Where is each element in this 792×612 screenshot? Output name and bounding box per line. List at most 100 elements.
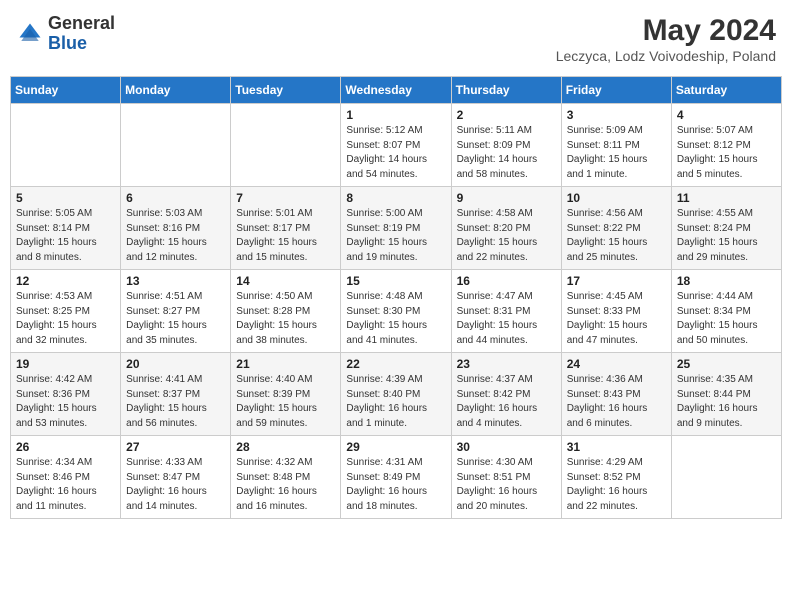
day-info: Sunrise: 5:05 AM Sunset: 8:14 PM Dayligh…	[16, 207, 115, 265]
calendar-cell: 19 Sunrise: 4:42 AM Sunset: 8:36 PM Dayli…	[11, 353, 121, 436]
day-info: Sunrise: 4:44 AM Sunset: 8:34 PM Dayligh…	[677, 290, 776, 348]
calendar-cell: 5 Sunrise: 5:05 AM Sunset: 8:14 PM Daylig…	[11, 187, 121, 270]
day-number: 1	[346, 108, 445, 122]
day-info: Sunrise: 5:09 AM Sunset: 8:11 PM Dayligh…	[567, 124, 666, 182]
weekday-header-wednesday: Wednesday	[341, 77, 451, 104]
day-info: Sunrise: 4:42 AM Sunset: 8:36 PM Dayligh…	[16, 373, 115, 431]
weekday-header-tuesday: Tuesday	[231, 77, 341, 104]
weekday-header-monday: Monday	[121, 77, 231, 104]
calendar-cell: 1 Sunrise: 5:12 AM Sunset: 8:07 PM Daylig…	[341, 104, 451, 187]
day-info: Sunrise: 4:51 AM Sunset: 8:27 PM Dayligh…	[126, 290, 225, 348]
day-info: Sunrise: 4:30 AM Sunset: 8:51 PM Dayligh…	[457, 456, 556, 514]
calendar-cell: 21Sunrise: 4:40 AM Sunset: 8:39 PM Dayli…	[231, 353, 341, 436]
day-info: Sunrise: 4:58 AM Sunset: 8:20 PM Dayligh…	[457, 207, 556, 265]
weekday-header-saturday: Saturday	[671, 77, 781, 104]
day-number: 27	[126, 440, 225, 454]
day-number: 30	[457, 440, 556, 454]
title-block: May 2024 Leczyca, Lodz Voivodeship, Pola…	[556, 14, 776, 64]
day-number: 13	[126, 274, 225, 288]
calendar-cell: 14 Sunrise: 4:50 AM Sunset: 8:28 PM Dayli…	[231, 270, 341, 353]
calendar-cell: 27 Sunrise: 4:33 AM Sunset: 8:47 PM Dayli…	[121, 436, 231, 519]
calendar-week-row: 26Sunrise: 4:34 AM Sunset: 8:46 PM Dayli…	[11, 436, 782, 519]
calendar-cell: 9 Sunrise: 4:58 AM Sunset: 8:20 PM Daylig…	[451, 187, 561, 270]
calendar-cell: 17 Sunrise: 4:45 AM Sunset: 8:33 PM Dayli…	[561, 270, 671, 353]
calendar-table: SundayMondayTuesdayWednesdayThursdayFrid…	[10, 76, 782, 519]
weekday-header-thursday: Thursday	[451, 77, 561, 104]
day-number: 14	[236, 274, 335, 288]
day-number: 3	[567, 108, 666, 122]
day-number: 24	[567, 357, 666, 371]
calendar-cell: 7Sunrise: 5:01 AM Sunset: 8:17 PM Daylig…	[231, 187, 341, 270]
day-info: Sunrise: 5:03 AM Sunset: 8:16 PM Dayligh…	[126, 207, 225, 265]
calendar-cell: 6 Sunrise: 5:03 AM Sunset: 8:16 PM Daylig…	[121, 187, 231, 270]
day-number: 28	[236, 440, 335, 454]
calendar-week-row: 19 Sunrise: 4:42 AM Sunset: 8:36 PM Dayli…	[11, 353, 782, 436]
day-number: 7	[236, 191, 335, 205]
day-number: 10	[567, 191, 666, 205]
day-info: Sunrise: 4:47 AM Sunset: 8:31 PM Dayligh…	[457, 290, 556, 348]
day-info: Sunrise: 4:37 AM Sunset: 8:42 PM Dayligh…	[457, 373, 556, 431]
day-info: Sunrise: 4:34 AM Sunset: 8:46 PM Dayligh…	[16, 456, 115, 514]
logo-text: General Blue	[48, 14, 115, 54]
day-info: Sunrise: 4:33 AM Sunset: 8:47 PM Dayligh…	[126, 456, 225, 514]
day-info: Sunrise: 5:07 AM Sunset: 8:12 PM Dayligh…	[677, 124, 776, 182]
calendar-cell	[671, 436, 781, 519]
calendar-cell: 16 Sunrise: 4:47 AM Sunset: 8:31 PM Dayli…	[451, 270, 561, 353]
calendar-cell: 10 Sunrise: 4:56 AM Sunset: 8:22 PM Dayli…	[561, 187, 671, 270]
calendar-cell: 4Sunrise: 5:07 AM Sunset: 8:12 PM Daylig…	[671, 104, 781, 187]
day-number: 8	[346, 191, 445, 205]
calendar-cell: 26Sunrise: 4:34 AM Sunset: 8:46 PM Dayli…	[11, 436, 121, 519]
day-info: Sunrise: 4:32 AM Sunset: 8:48 PM Dayligh…	[236, 456, 335, 514]
logo-blue-text: Blue	[48, 33, 87, 53]
day-number: 19	[16, 357, 115, 371]
calendar-cell	[231, 104, 341, 187]
calendar-week-row: 5 Sunrise: 5:05 AM Sunset: 8:14 PM Daylig…	[11, 187, 782, 270]
calendar-cell	[11, 104, 121, 187]
calendar-cell: 29 Sunrise: 4:31 AM Sunset: 8:49 PM Dayli…	[341, 436, 451, 519]
logo-general-text: General	[48, 13, 115, 33]
calendar-week-row: 12Sunrise: 4:53 AM Sunset: 8:25 PM Dayli…	[11, 270, 782, 353]
calendar-cell: 22 Sunrise: 4:39 AM Sunset: 8:40 PM Dayli…	[341, 353, 451, 436]
day-number: 23	[457, 357, 556, 371]
day-info: Sunrise: 4:53 AM Sunset: 8:25 PM Dayligh…	[16, 290, 115, 348]
day-number: 11	[677, 191, 776, 205]
calendar-cell: 24Sunrise: 4:36 AM Sunset: 8:43 PM Dayli…	[561, 353, 671, 436]
calendar-cell: 31Sunrise: 4:29 AM Sunset: 8:52 PM Dayli…	[561, 436, 671, 519]
day-number: 6	[126, 191, 225, 205]
day-info: Sunrise: 4:56 AM Sunset: 8:22 PM Dayligh…	[567, 207, 666, 265]
calendar-cell: 18 Sunrise: 4:44 AM Sunset: 8:34 PM Dayli…	[671, 270, 781, 353]
calendar-cell: 15Sunrise: 4:48 AM Sunset: 8:30 PM Dayli…	[341, 270, 451, 353]
calendar-header-row: SundayMondayTuesdayWednesdayThursdayFrid…	[11, 77, 782, 104]
calendar-cell: 13 Sunrise: 4:51 AM Sunset: 8:27 PM Dayli…	[121, 270, 231, 353]
day-info: Sunrise: 4:55 AM Sunset: 8:24 PM Dayligh…	[677, 207, 776, 265]
day-info: Sunrise: 4:50 AM Sunset: 8:28 PM Dayligh…	[236, 290, 335, 348]
calendar-cell: 25Sunrise: 4:35 AM Sunset: 8:44 PM Dayli…	[671, 353, 781, 436]
day-info: Sunrise: 5:00 AM Sunset: 8:19 PM Dayligh…	[346, 207, 445, 265]
day-info: Sunrise: 5:12 AM Sunset: 8:07 PM Dayligh…	[346, 124, 445, 182]
weekday-header-sunday: Sunday	[11, 77, 121, 104]
day-info: Sunrise: 4:41 AM Sunset: 8:37 PM Dayligh…	[126, 373, 225, 431]
day-number: 18	[677, 274, 776, 288]
day-number: 31	[567, 440, 666, 454]
day-number: 17	[567, 274, 666, 288]
day-info: Sunrise: 5:11 AM Sunset: 8:09 PM Dayligh…	[457, 124, 556, 182]
day-number: 2	[457, 108, 556, 122]
calendar-cell: 20Sunrise: 4:41 AM Sunset: 8:37 PM Dayli…	[121, 353, 231, 436]
day-number: 22	[346, 357, 445, 371]
logo: General Blue	[16, 14, 115, 54]
main-title: May 2024	[556, 14, 776, 48]
calendar-cell: 8 Sunrise: 5:00 AM Sunset: 8:19 PM Daylig…	[341, 187, 451, 270]
day-number: 16	[457, 274, 556, 288]
subtitle: Leczyca, Lodz Voivodeship, Poland	[556, 48, 776, 64]
calendar-cell: 2 Sunrise: 5:11 AM Sunset: 8:09 PM Daylig…	[451, 104, 561, 187]
day-info: Sunrise: 4:48 AM Sunset: 8:30 PM Dayligh…	[346, 290, 445, 348]
day-number: 21	[236, 357, 335, 371]
day-number: 9	[457, 191, 556, 205]
day-info: Sunrise: 4:45 AM Sunset: 8:33 PM Dayligh…	[567, 290, 666, 348]
day-info: Sunrise: 4:31 AM Sunset: 8:49 PM Dayligh…	[346, 456, 445, 514]
calendar-week-row: 1 Sunrise: 5:12 AM Sunset: 8:07 PM Daylig…	[11, 104, 782, 187]
day-number: 5	[16, 191, 115, 205]
day-number: 29	[346, 440, 445, 454]
day-info: Sunrise: 4:35 AM Sunset: 8:44 PM Dayligh…	[677, 373, 776, 431]
day-info: Sunrise: 4:39 AM Sunset: 8:40 PM Dayligh…	[346, 373, 445, 431]
